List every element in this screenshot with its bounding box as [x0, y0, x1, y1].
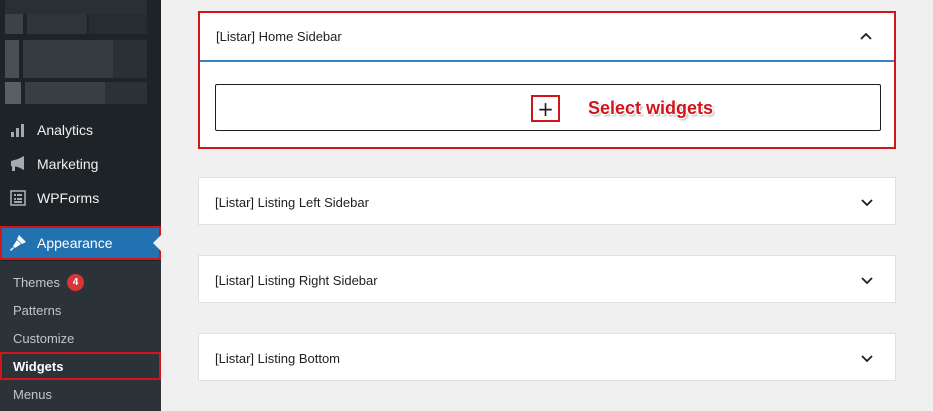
widget-area-toggle[interactable]: [Listar] Listing Left Sidebar [199, 178, 895, 226]
block-inserter: + Select widgets [215, 84, 881, 131]
chevron-down-icon [861, 199, 873, 207]
sidebar-item-label: Marketing [37, 156, 99, 172]
submenu-item-label: Themes [13, 274, 60, 290]
widget-area-listing-bottom: [Listar] Listing Bottom [198, 333, 896, 381]
paintbrush-icon [9, 234, 27, 252]
chevron-down-icon [861, 277, 873, 285]
submenu-item-label: Widgets [13, 358, 64, 374]
submenu-item-patterns[interactable]: Patterns [0, 296, 161, 324]
analytics-bar-icon [9, 121, 27, 139]
widget-area-title: [Listar] Listing Bottom [215, 350, 340, 366]
widget-area-listing-left-sidebar: [Listar] Listing Left Sidebar [198, 177, 896, 225]
widget-area-title: [Listar] Home Sidebar [216, 29, 342, 44]
appearance-submenu: Themes 4 Patterns Customize Widgets Menu… [0, 261, 161, 411]
chevron-up-icon [860, 32, 872, 40]
sidebar-item-label: Appearance [37, 235, 113, 251]
widget-area-title: [Listar] Listing Left Sidebar [215, 194, 369, 210]
widget-area-toggle[interactable]: [Listar] Listing Bottom [199, 334, 895, 382]
add-block-button[interactable]: + [531, 95, 560, 122]
widget-area-toggle[interactable]: [Listar] Listing Right Sidebar [199, 256, 895, 304]
submenu-item-customize[interactable]: Customize [0, 324, 161, 352]
sidebar-item-label: WPForms [37, 190, 100, 206]
sidebar-item-appearance[interactable]: Appearance [0, 226, 161, 260]
sidebar-item-label: Analytics [37, 122, 94, 138]
submenu-item-menus[interactable]: Menus [0, 380, 161, 408]
widget-area-listing-right-sidebar: [Listar] Listing Right Sidebar [198, 255, 896, 303]
admin-sidebar: Analytics Marketing WPForms Appearance T… [0, 0, 161, 411]
widget-area-home-sidebar: [Listar] Home Sidebar + Select widgets [198, 11, 896, 149]
focus-underline [200, 60, 894, 62]
active-menu-arrow [153, 235, 161, 251]
megaphone-icon [9, 155, 27, 173]
sidebar-item-marketing[interactable]: Marketing [0, 147, 161, 181]
submenu-item-label: Menus [13, 386, 53, 402]
blurred-menu-items [5, 0, 147, 110]
submenu-item-label: Customize [13, 330, 75, 346]
submenu-item-widgets[interactable]: Widgets [0, 352, 161, 380]
widget-area-toggle[interactable]: [Listar] Home Sidebar [200, 13, 894, 60]
sidebar-item-analytics[interactable]: Analytics [0, 113, 161, 147]
form-icon [9, 189, 27, 207]
submenu-item-label: Patterns [13, 302, 62, 318]
widget-area-title: [Listar] Listing Right Sidebar [215, 272, 378, 288]
chevron-down-icon [861, 355, 873, 363]
plus-icon: + [537, 96, 554, 121]
update-count-badge: 4 [66, 273, 84, 291]
submenu-item-themes[interactable]: Themes 4 [0, 268, 161, 296]
annotation-label: Select widgets [588, 98, 714, 118]
sidebar-item-wpforms[interactable]: WPForms [0, 181, 161, 215]
